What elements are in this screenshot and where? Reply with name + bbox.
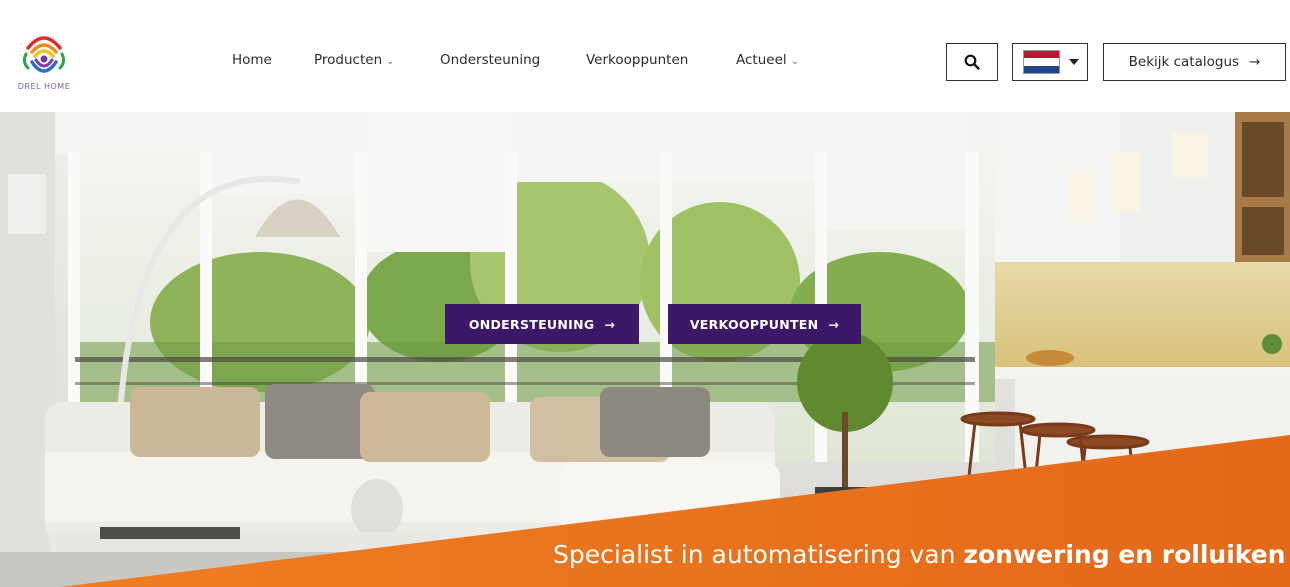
chevron-down-icon: ⌄ [790,56,800,67]
hero-tagline: Specialist in automatisering van zonweri… [553,540,1286,569]
catalog-button-label: Bekijk catalogus [1128,54,1240,70]
logo-icon [22,36,66,73]
nav-item-label: Ondersteuning [440,52,541,68]
site-header: DREL HOME Home Producten ⌄ Ondersteuning … [0,0,1290,112]
nav-item-label: Producten [314,52,383,68]
support-button-label: ONDERSTEUNING [468,316,595,332]
catalog-button[interactable]: Bekijk catalogus → [1103,43,1286,81]
nav-item-label: Actueel [736,52,787,68]
points-of-sale-button-label: VERKOOPPUNTEN [689,316,819,332]
search-button[interactable] [946,43,998,81]
search-icon [964,54,980,70]
points-of-sale-button[interactable]: VERKOOPPUNTEN → [668,304,861,344]
arrow-right-icon: → [1249,54,1261,70]
language-select[interactable] [1012,43,1088,81]
arrow-right-icon: → [828,316,840,332]
hero-image [0,112,1290,587]
netherlands-flag-icon [1023,50,1060,74]
nav-item-home[interactable]: Home [232,52,272,68]
support-button[interactable]: ONDERSTEUNING → [445,304,639,344]
tagline-highlight: zonwering en rolluiken [963,540,1286,569]
chevron-down-icon: ⌄ [386,56,395,67]
arrow-right-icon: → [604,316,616,332]
logo-text: DREL HOME [17,82,71,91]
hero-banner: ONDERSTEUNING → VERKOOPPUNTEN → Speciali… [0,112,1290,587]
nav-item-label: Home [232,52,272,68]
logo[interactable]: DREL HOME [6,26,82,96]
nav-item-producten[interactable]: Producten ⌄ [314,52,395,68]
caret-down-icon [1069,59,1079,65]
nav-item-label: Verkooppunten [586,52,689,68]
nav-item-ondersteuning[interactable]: Ondersteuning [440,52,540,68]
tagline-text: Specialist in automatisering van [553,540,964,569]
nav-item-verkooppunten[interactable]: Verkooppunten [586,52,688,68]
nav-item-actueel[interactable]: Actueel ⌄ [736,52,799,68]
